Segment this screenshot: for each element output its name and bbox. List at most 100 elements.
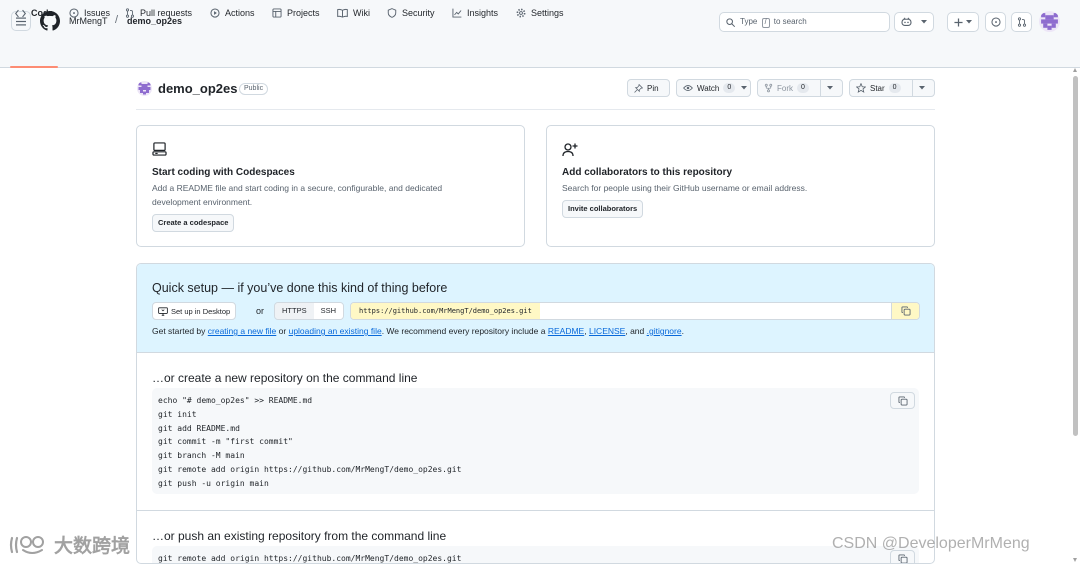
copy-url-button[interactable] bbox=[891, 303, 919, 319]
eye-icon bbox=[683, 85, 693, 91]
codespaces-card: Start coding with Codespaces Add a READM… bbox=[136, 125, 525, 247]
issue-icon bbox=[69, 8, 79, 18]
search-icon bbox=[726, 17, 735, 27]
https-option[interactable]: HTTPS bbox=[275, 303, 314, 319]
tab-pull-requests[interactable]: Pull requests bbox=[125, 0, 192, 26]
search-placeholder: Type / to search bbox=[740, 16, 807, 28]
scroll-thumb[interactable] bbox=[1073, 76, 1078, 436]
scroll-up-arrow[interactable] bbox=[1073, 68, 1077, 72]
chevron-down-icon bbox=[921, 20, 927, 24]
user-avatar[interactable] bbox=[1039, 11, 1060, 32]
section-divider bbox=[137, 510, 934, 511]
pull-request-icon bbox=[125, 8, 135, 18]
chevron-down-icon bbox=[966, 20, 972, 24]
tab-label: Settings bbox=[531, 8, 564, 18]
pin-label: Pin bbox=[647, 83, 659, 93]
desktop-label: Set up in Desktop bbox=[171, 306, 231, 316]
license-link[interactable]: LICENSE bbox=[589, 326, 625, 336]
clone-url-field[interactable]: https://github.com/MrMengT/demo_op2es.gi… bbox=[350, 302, 920, 320]
shield-icon bbox=[387, 8, 397, 18]
quick-setup-header: Quick setup — if you’ve done this kind o… bbox=[137, 264, 934, 353]
fork-label: Fork bbox=[777, 83, 793, 93]
issues-icon bbox=[990, 17, 1001, 27]
pull-requests-button[interactable] bbox=[1011, 12, 1032, 32]
code-text[interactable]: git remote add origin https://github.com… bbox=[158, 552, 461, 563]
watermark-left-text: 大数跨境 bbox=[54, 536, 131, 557]
copy-icon bbox=[898, 554, 907, 563]
identicon-icon bbox=[1041, 13, 1058, 30]
search-input[interactable]: Type / to search bbox=[719, 12, 890, 32]
tab-label: Actions bbox=[225, 8, 255, 18]
search-shortcut-key: / bbox=[761, 17, 770, 28]
tab-settings[interactable]: Settings bbox=[516, 0, 564, 26]
gear-icon bbox=[516, 8, 526, 18]
readme-link[interactable]: README bbox=[548, 326, 584, 336]
tab-label: Wiki bbox=[353, 8, 370, 18]
pin-button[interactable]: Pin bbox=[627, 79, 670, 97]
watch-label: Watch bbox=[697, 83, 720, 93]
setup-in-desktop-button[interactable]: Set up in Desktop bbox=[152, 302, 237, 320]
watch-count: 0 bbox=[723, 83, 736, 93]
plus-icon bbox=[954, 17, 963, 27]
create-new-file-link[interactable]: creating a new file bbox=[208, 326, 277, 336]
invite-collaborators-button[interactable]: Invite collaborators bbox=[562, 200, 644, 218]
star-label: Star bbox=[870, 83, 885, 93]
tab-label: Issues bbox=[84, 8, 111, 18]
scroll-down-arrow[interactable] bbox=[1073, 558, 1077, 562]
copy-code-button[interactable] bbox=[890, 392, 915, 409]
copilot-button[interactable] bbox=[894, 12, 934, 32]
tab-label: Pull requests bbox=[140, 8, 193, 18]
code-block-new-repo: echo "# demo_op2es" >> README.md git ini… bbox=[152, 388, 919, 494]
fork-count: 0 bbox=[797, 83, 809, 93]
tab-label: Projects bbox=[287, 8, 320, 18]
watermark-logo-icon bbox=[9, 535, 44, 554]
code-block-push-existing: git remote add origin https://github.com… bbox=[152, 546, 919, 563]
tab-label: Security bbox=[402, 8, 435, 18]
tab-label: Insights bbox=[467, 8, 499, 18]
pull-requests-icon bbox=[1017, 17, 1026, 27]
issues-button[interactable] bbox=[985, 12, 1006, 32]
upload-file-link[interactable]: uploading an existing file bbox=[289, 326, 382, 336]
star-count: 0 bbox=[888, 83, 901, 93]
gitignore-link[interactable]: .gitignore bbox=[647, 326, 682, 336]
chevron-down-icon[interactable] bbox=[741, 86, 748, 90]
star-dropdown[interactable] bbox=[913, 80, 931, 96]
card-title: Start coding with Codespaces bbox=[152, 167, 295, 178]
code-text[interactable]: echo "# demo_op2es" >> README.md git ini… bbox=[158, 394, 461, 491]
tab-label: Code bbox=[31, 8, 54, 18]
ssh-option[interactable]: SSH bbox=[313, 303, 344, 319]
page-scrollbar[interactable] bbox=[1071, 68, 1080, 564]
tab-insights[interactable]: Insights bbox=[452, 0, 498, 26]
tab-actions[interactable]: Actions bbox=[210, 0, 255, 26]
tab-issues[interactable]: Issues bbox=[69, 0, 110, 26]
fork-icon bbox=[764, 83, 773, 93]
global-header: MrMengT / demo_op2es Type / to search Co… bbox=[0, 0, 1080, 68]
fork-button[interactable]: Fork 0 bbox=[757, 79, 843, 97]
person-add-icon bbox=[562, 143, 578, 157]
copy-icon bbox=[898, 396, 907, 405]
repo-title[interactable]: demo_op2es bbox=[158, 81, 237, 96]
title-divider bbox=[136, 109, 935, 110]
chevron-down-icon bbox=[919, 86, 925, 90]
desktop-icon bbox=[158, 306, 168, 316]
collaborators-card: Add collaborators to this repository Sea… bbox=[546, 125, 935, 247]
create-codespace-button[interactable]: Create a codespace bbox=[152, 214, 235, 232]
quick-setup-panel: Quick setup — if you’ve done this kind o… bbox=[136, 263, 935, 564]
active-tab-indicator bbox=[10, 66, 58, 68]
create-new-button[interactable] bbox=[947, 12, 979, 32]
repo-owner-avatar[interactable] bbox=[137, 81, 152, 96]
tab-wiki[interactable]: Wiki bbox=[337, 0, 370, 26]
section-title-push-existing: …or push an existing repository from the… bbox=[152, 529, 447, 543]
codespaces-icon bbox=[152, 142, 167, 156]
tab-projects[interactable]: Projects bbox=[272, 0, 320, 26]
fork-dropdown[interactable] bbox=[821, 80, 839, 96]
watch-button[interactable]: Watch 0 bbox=[676, 79, 751, 97]
card-description: Add a README file and start coding in a … bbox=[152, 183, 443, 207]
graph-icon bbox=[452, 8, 462, 18]
section-title-new-repo: …or create a new repository on the comma… bbox=[152, 371, 418, 385]
tab-security[interactable]: Security bbox=[387, 0, 435, 26]
tab-code[interactable]: Code bbox=[15, 0, 54, 26]
clone-url-text[interactable]: https://github.com/MrMengT/demo_op2es.gi… bbox=[351, 303, 540, 319]
card-title: Add collaborators to this repository bbox=[562, 167, 733, 178]
star-button[interactable]: Star 0 bbox=[849, 79, 935, 97]
